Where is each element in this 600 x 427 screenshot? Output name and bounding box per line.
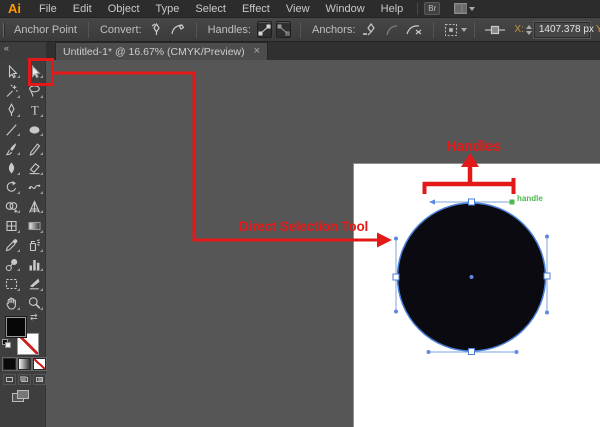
draw-behind-button[interactable] — [18, 374, 31, 385]
menu-bar: Ai FileEditObjectTypeSelectEffectViewWin… — [0, 0, 600, 18]
artboard-tool[interactable] — [0, 274, 23, 293]
zoom-tool[interactable] — [23, 294, 46, 313]
none-button[interactable] — [33, 358, 46, 370]
main-area: T ⇄ — [0, 60, 600, 427]
app-logo: Ai — [8, 1, 21, 16]
menu-window[interactable]: Window — [318, 3, 373, 15]
handles-label: Handles: — [208, 24, 251, 36]
menubar-separator — [417, 3, 418, 15]
draw-normal-button[interactable] — [3, 374, 16, 385]
menu-edit[interactable]: Edit — [65, 3, 100, 15]
fill-color-swatch[interactable] — [5, 316, 27, 338]
illustrator-window: Ai FileEditObjectTypeSelectEffectViewWin… — [0, 0, 600, 427]
bridge-button[interactable]: Br — [424, 2, 440, 15]
tab-bar: « Untitled-1* @ 16.67% (CMYK/Preview) × — [0, 42, 600, 60]
document-tab-title: Untitled-1* @ 16.67% (CMYK/Preview) — [63, 46, 245, 58]
gradient-tool[interactable] — [23, 216, 46, 235]
artboard[interactable] — [353, 163, 600, 427]
rotate-tool[interactable] — [0, 178, 23, 197]
remove-anchor-button[interactable] — [362, 22, 379, 37]
mesh-tool[interactable] — [0, 216, 23, 235]
separator — [196, 22, 197, 38]
hand-tool[interactable] — [0, 294, 23, 313]
menu-type[interactable]: Type — [148, 3, 188, 15]
menu-help[interactable]: Help — [373, 3, 412, 15]
draw-inside-button[interactable] — [33, 374, 46, 385]
x-stepper[interactable] — [526, 25, 532, 35]
separator — [300, 22, 301, 38]
tools-panel: T ⇄ — [0, 60, 46, 427]
separator — [474, 22, 475, 38]
magic-wand-tool[interactable] — [0, 81, 23, 100]
paintbrush-tool[interactable] — [0, 139, 23, 158]
convert-label: Convert: — [100, 24, 142, 36]
document-tab[interactable]: Untitled-1* @ 16.67% (CMYK/Preview) × — [55, 42, 268, 60]
type-tool[interactable]: T — [23, 101, 46, 120]
pencil-tool[interactable] — [23, 139, 46, 158]
show-handles-button[interactable] — [257, 21, 272, 38]
close-icon[interactable]: × — [254, 46, 260, 57]
canvas[interactable] — [46, 60, 600, 427]
control-bar: Anchor Point Convert: Handles: Anchors: — [0, 18, 600, 42]
separator — [88, 22, 89, 38]
workspace-grid-icon — [454, 3, 467, 14]
isolate-object-icon[interactable] — [485, 25, 505, 35]
x-label: X: — [514, 24, 523, 35]
menu-file[interactable]: File — [31, 3, 65, 15]
color-button[interactable] — [3, 358, 16, 370]
svg-text:T: T — [31, 104, 39, 118]
workspace-switcher-button[interactable] — [454, 3, 475, 14]
default-fill-stroke-icon[interactable] — [2, 339, 12, 349]
line-segment-tool[interactable] — [0, 120, 23, 139]
handle-annotation-label: handle — [517, 194, 543, 203]
gradient-button[interactable] — [18, 358, 31, 370]
hide-handles-button[interactable] — [276, 21, 291, 38]
chevron-down-icon — [461, 28, 467, 32]
eraser-tool[interactable] — [23, 158, 46, 177]
y-label: Y: — [596, 24, 600, 35]
separator — [433, 22, 434, 38]
convert-to-corner-button[interactable] — [149, 22, 164, 37]
connect-anchors-button[interactable] — [385, 23, 399, 37]
swap-fill-stroke-icon[interactable]: ⇄ — [30, 312, 38, 323]
anchors-label: Anchors: — [312, 24, 355, 36]
width-tool[interactable] — [23, 178, 46, 197]
ellipse-tool[interactable] — [23, 120, 46, 139]
control-bar-title: Anchor Point — [14, 24, 77, 36]
selection-tool[interactable] — [0, 62, 23, 81]
column-graph-tool[interactable] — [23, 255, 46, 274]
direct-selection-annotation-label: Direct Selection Tool — [239, 219, 368, 234]
eyedropper-tool[interactable] — [0, 236, 23, 255]
x-value-field[interactable]: 1407.378 px — [534, 22, 590, 38]
menu-view[interactable]: View — [278, 3, 318, 15]
menu-effect[interactable]: Effect — [234, 3, 278, 15]
shape-builder-tool[interactable] — [0, 197, 23, 216]
pen-tool[interactable] — [0, 101, 23, 120]
chevron-down-icon — [469, 7, 475, 11]
menu-items: FileEditObjectTypeSelectEffectViewWindow… — [31, 3, 411, 15]
direct-selection-highlight-box — [28, 58, 54, 86]
slice-tool[interactable] — [23, 274, 46, 293]
symbol-sprayer-tool[interactable] — [23, 236, 46, 255]
handles-annotation-label: Handles — [446, 139, 501, 155]
blob-brush-tool[interactable] — [0, 158, 23, 177]
cut-path-button[interactable] — [405, 22, 423, 37]
blend-tool[interactable] — [0, 255, 23, 274]
menu-object[interactable]: Object — [100, 3, 148, 15]
convert-to-smooth-button[interactable] — [170, 22, 186, 37]
panel-grip[interactable] — [3, 23, 5, 37]
perspective-grid-tool[interactable] — [23, 197, 46, 216]
reference-point-button[interactable] — [444, 23, 458, 37]
screen-mode-button[interactable] — [12, 390, 30, 403]
menu-select[interactable]: Select — [187, 3, 234, 15]
